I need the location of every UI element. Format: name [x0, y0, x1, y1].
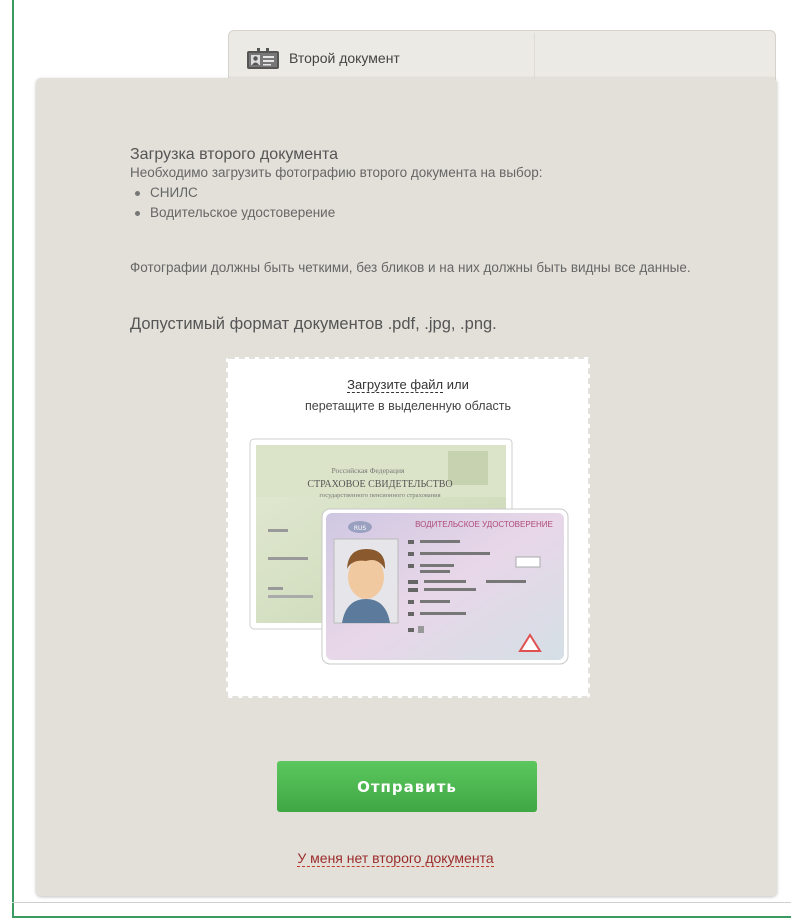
tab-label: Второй документ	[289, 50, 400, 66]
driver-license-card: RUS ВОДИТЕЛЬСКОЕ УДОСТОВЕРЕНИЕ	[321, 508, 569, 665]
photo-requirements: Фотографии должны быть четкими, без блик…	[130, 260, 691, 275]
tab-second-document[interactable]: Второй документ	[228, 30, 776, 82]
snils-country: Российская Федерация	[332, 466, 406, 475]
file-dropzone[interactable]: Загрузите файл или перетащите в выделенн…	[226, 357, 590, 698]
document-options-list: СНИЛС Водительское удостоверение	[130, 183, 335, 223]
snils-title: СТРАХОВОЕ СВИДЕТЕЛЬСТВО	[307, 479, 452, 490]
tab-divider	[534, 33, 535, 79]
no-document-row: У меня нет второго документа	[0, 850, 791, 868]
section-title: Загрузка второго документа	[130, 146, 338, 163]
upload-suffix: или	[443, 377, 469, 392]
section-intro: Необходимо загрузить фотографию второго …	[130, 165, 543, 180]
upload-prompt: Загрузите файл или	[228, 377, 588, 393]
list-item: СНИЛС	[130, 183, 335, 203]
license-title: ВОДИТЕЛЬСКОЕ УДОСТОВЕРЕНИЕ	[415, 520, 553, 529]
snils-subtitle: государственного пенсионного страхования	[319, 492, 440, 499]
license-country-code: RUS	[354, 525, 367, 532]
drag-hint: перетащите в выделенную область	[304, 399, 512, 413]
submit-button[interactable]: Отправить	[277, 761, 537, 812]
no-second-document-link[interactable]: У меня нет второго документа	[297, 850, 494, 867]
documents-illustration: Российская Федерация СТРАХОВОЕ СВИДЕТЕЛЬ…	[249, 438, 569, 665]
footer-divider	[12, 902, 791, 903]
allowed-formats: Допустимый формат документов .pdf, .jpg,…	[130, 315, 497, 333]
upload-file-link[interactable]: Загрузите файл	[347, 377, 444, 393]
id-card-icon	[246, 48, 280, 75]
list-item: Водительское удостоверение	[130, 203, 335, 223]
